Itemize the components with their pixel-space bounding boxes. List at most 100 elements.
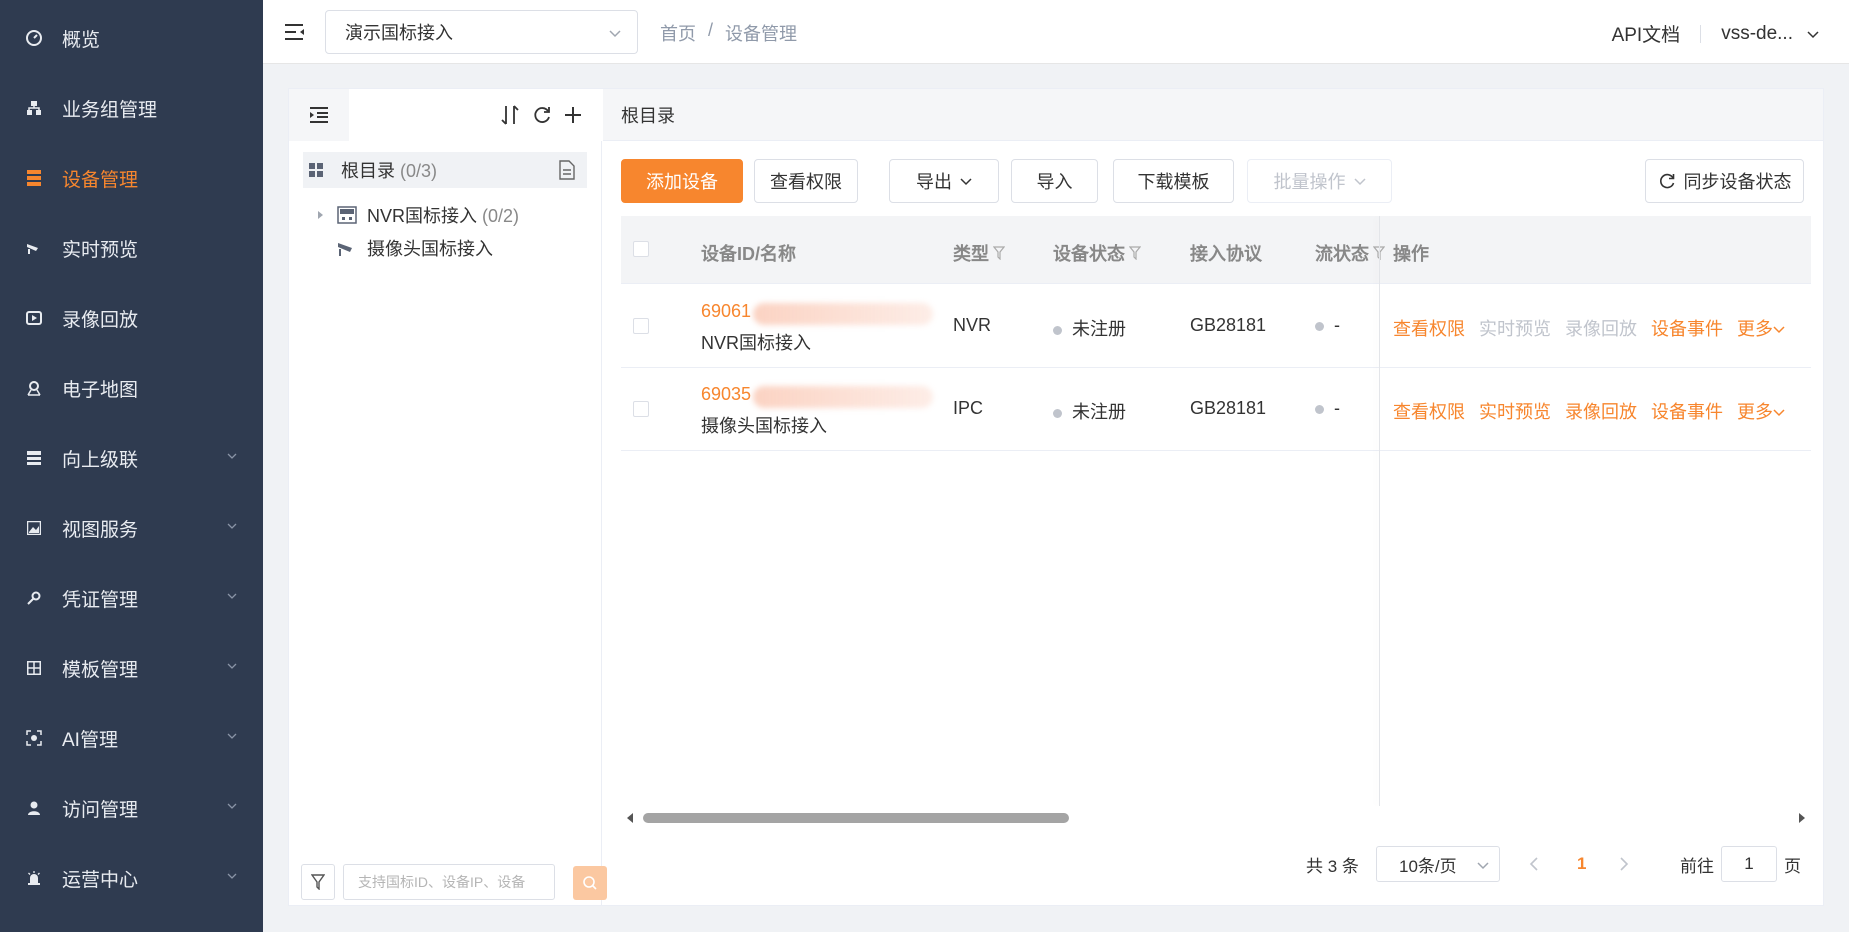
column-header-status[interactable]: 设备状态 bbox=[1053, 240, 1141, 266]
playback-link[interactable]: 录像回放 bbox=[1565, 315, 1637, 341]
stream-status: - bbox=[1315, 398, 1340, 419]
sidebar-item-ai[interactable]: AI管理 bbox=[0, 703, 263, 773]
scroll-right-icon[interactable] bbox=[1797, 812, 1807, 824]
device-id-link[interactable]: 69061 bbox=[701, 301, 751, 322]
chevron-down-icon bbox=[609, 30, 621, 38]
import-button[interactable]: 导入 bbox=[1011, 159, 1098, 203]
chevron-right-icon bbox=[1620, 857, 1629, 871]
filter-icon bbox=[311, 874, 325, 890]
chevron-down-icon bbox=[227, 733, 237, 739]
table-row: 69061 NVR国标接入 NVR 未注册 GB28181 - 查看权限 实时预… bbox=[621, 285, 1811, 368]
scrollbar-thumb[interactable] bbox=[643, 813, 1069, 823]
tree-node-nvr[interactable]: NVR国标接入 (0/2) bbox=[317, 202, 519, 228]
page-size-select[interactable]: 10条/页 bbox=[1376, 846, 1500, 882]
menu-collapse-icon[interactable] bbox=[283, 20, 307, 44]
sidebar-item-operations[interactable]: 运营中心 bbox=[0, 843, 263, 913]
device-name: 摄像头国标接入 bbox=[701, 416, 827, 436]
chevron-down-icon bbox=[227, 453, 237, 459]
document-icon[interactable] bbox=[559, 160, 575, 180]
sidebar-item-label: 凭证管理 bbox=[62, 589, 139, 611]
sidebar-item-template[interactable]: 模板管理 bbox=[0, 633, 263, 703]
sidebar-item-credential[interactable]: 凭证管理 bbox=[0, 563, 263, 633]
tree-filter-button[interactable] bbox=[301, 864, 335, 900]
breadcrumb-home[interactable]: 首页 bbox=[660, 20, 696, 46]
sidebar-item-playback[interactable]: 录像回放 bbox=[0, 283, 263, 353]
status-dot bbox=[1053, 326, 1062, 335]
view-permission-link[interactable]: 查看权限 bbox=[1393, 315, 1465, 341]
status-dot bbox=[1315, 405, 1324, 414]
status-dot bbox=[1053, 409, 1062, 418]
playback-icon bbox=[26, 310, 42, 326]
more-dropdown[interactable]: 更多 bbox=[1737, 398, 1785, 424]
sidebar: 概览 业务组管理 设备管理 实时预览 录像回放 电子地图 向上级联 视图服务 凭… bbox=[0, 0, 263, 932]
tree-node-camera[interactable]: 摄像头国标接入 bbox=[337, 235, 493, 261]
playback-link[interactable]: 录像回放 bbox=[1565, 398, 1637, 424]
ai-icon bbox=[26, 730, 42, 746]
tree-root-node[interactable]: 根目录 (0/3) bbox=[303, 152, 587, 188]
sidebar-item-e-map[interactable]: 电子地图 bbox=[0, 353, 263, 423]
sidebar-item-view-service[interactable]: 视图服务 bbox=[0, 493, 263, 563]
row-checkbox[interactable] bbox=[633, 401, 649, 417]
device-events-link[interactable]: 设备事件 bbox=[1651, 398, 1723, 424]
sidebar-item-label: 电子地图 bbox=[62, 379, 139, 401]
live-preview-link[interactable]: 实时预览 bbox=[1479, 315, 1551, 341]
column-header: 操作 bbox=[1393, 244, 1429, 264]
page-number-current[interactable]: 1 bbox=[1577, 846, 1586, 882]
sidebar-item-business-group[interactable]: 业务组管理 bbox=[0, 73, 263, 143]
horizontal-scrollbar[interactable] bbox=[621, 807, 1811, 827]
device-status: 未注册 bbox=[1053, 398, 1126, 424]
chevron-down-icon[interactable] bbox=[1807, 28, 1819, 40]
column-header-stream[interactable]: 流状态 bbox=[1315, 240, 1385, 266]
scroll-left-icon[interactable] bbox=[625, 812, 635, 824]
user-menu[interactable]: vss-de... bbox=[1721, 23, 1793, 45]
project-select[interactable]: 演示国标接入 bbox=[325, 10, 638, 54]
sidebar-item-live-preview[interactable]: 实时预览 bbox=[0, 213, 263, 283]
row-checkbox[interactable] bbox=[633, 318, 649, 334]
device-id-link[interactable]: 69035 bbox=[701, 384, 751, 405]
goto-page-input[interactable]: 1 bbox=[1721, 846, 1777, 882]
view-permission-button[interactable]: 查看权限 bbox=[754, 159, 858, 203]
indent-icon bbox=[310, 107, 328, 123]
tree-tab[interactable] bbox=[289, 89, 349, 141]
api-doc-link[interactable]: API文档 bbox=[1612, 20, 1681, 47]
column-header-type[interactable]: 类型 bbox=[953, 240, 1005, 266]
live-preview-link[interactable]: 实时预览 bbox=[1479, 398, 1551, 424]
download-template-button[interactable]: 下载模板 bbox=[1113, 159, 1234, 203]
column-header-label: 设备状态 bbox=[1053, 244, 1125, 264]
sync-status-button[interactable]: 同步设备状态 bbox=[1645, 159, 1804, 203]
column-header-label: 流状态 bbox=[1315, 244, 1369, 264]
device-events-link[interactable]: 设备事件 bbox=[1651, 315, 1723, 341]
tree-node-label: 摄像头国标接入 bbox=[367, 239, 493, 259]
sidebar-item-label: 向上级联 bbox=[62, 449, 139, 471]
chevron-down-icon bbox=[960, 178, 972, 186]
add-device-button[interactable]: 添加设备 bbox=[621, 159, 743, 203]
caret-right-icon[interactable] bbox=[317, 210, 325, 220]
export-dropdown[interactable]: 导出 bbox=[889, 159, 999, 203]
chevron-down-icon bbox=[227, 873, 237, 879]
sidebar-item-label: 设备管理 bbox=[62, 169, 139, 191]
next-page-button[interactable] bbox=[1619, 846, 1629, 882]
tree-search-button[interactable] bbox=[573, 866, 607, 900]
content-title: 根目录 bbox=[603, 89, 1823, 141]
batch-operation-dropdown[interactable]: 批量操作 bbox=[1247, 159, 1392, 203]
sidebar-item-overview[interactable]: 概览 bbox=[0, 3, 263, 73]
sort-icon[interactable] bbox=[498, 103, 522, 127]
prev-page-button[interactable] bbox=[1529, 846, 1539, 882]
tree-search-input[interactable] bbox=[343, 864, 555, 900]
sidebar-item-access[interactable]: 访问管理 bbox=[0, 773, 263, 843]
more-dropdown[interactable]: 更多 bbox=[1737, 315, 1785, 341]
status-text: 未注册 bbox=[1072, 319, 1126, 339]
sidebar-item-cascade[interactable]: 向上级联 bbox=[0, 423, 263, 493]
sidebar-item-device-management[interactable]: 设备管理 bbox=[0, 143, 263, 213]
status-text: 未注册 bbox=[1072, 402, 1126, 422]
column-header: 接入协议 bbox=[1190, 244, 1262, 264]
view-permission-link[interactable]: 查看权限 bbox=[1393, 398, 1465, 424]
add-icon[interactable] bbox=[561, 103, 585, 127]
grid-icon bbox=[309, 163, 323, 177]
select-all-checkbox[interactable] bbox=[633, 241, 649, 257]
redacted-id bbox=[753, 386, 933, 408]
tree-root-label: 根目录 (0/3) bbox=[341, 157, 437, 183]
cascade-icon bbox=[26, 450, 42, 466]
sidebar-item-label: 概览 bbox=[62, 29, 101, 51]
refresh-icon[interactable] bbox=[530, 103, 554, 127]
